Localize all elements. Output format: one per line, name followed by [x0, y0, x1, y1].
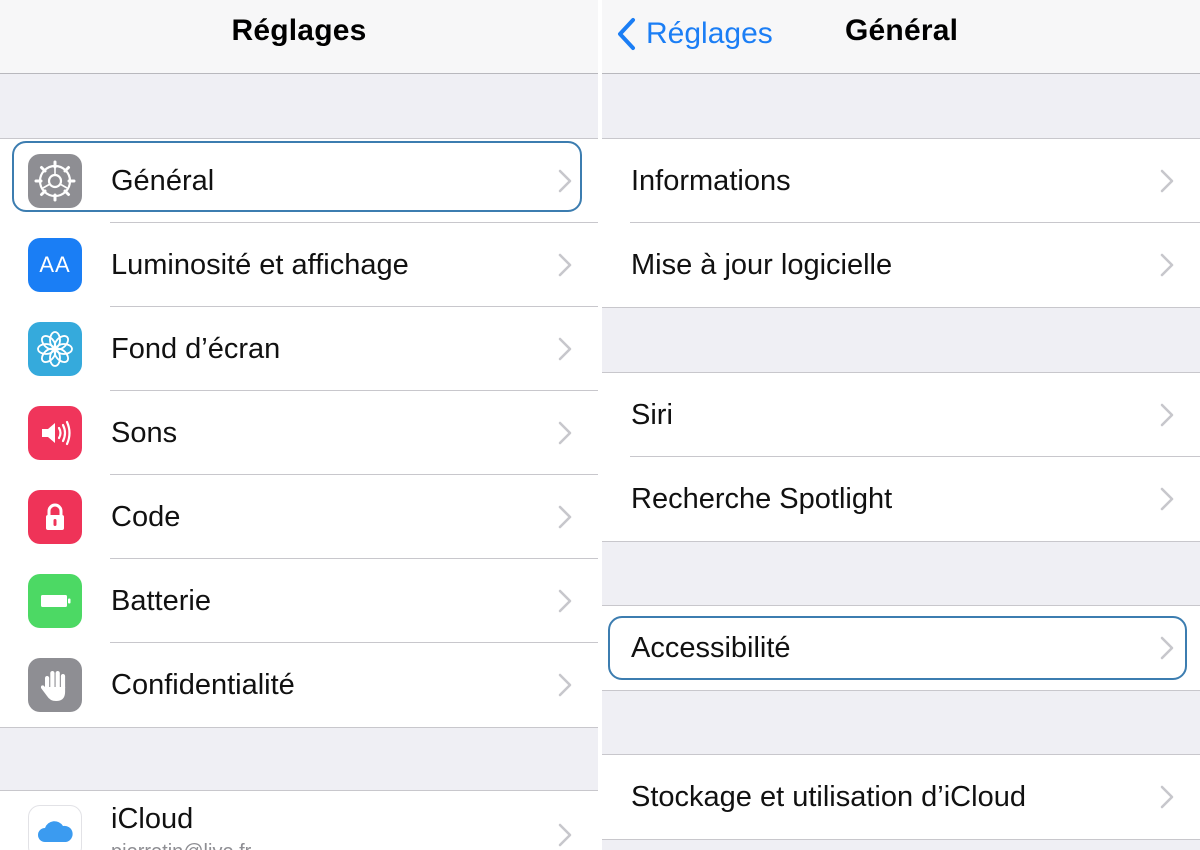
- settings-item-sounds[interactable]: Sons: [0, 391, 598, 475]
- settings-item-privacy[interactable]: Confidentialité: [0, 643, 598, 727]
- battery-icon: [28, 574, 82, 628]
- settings-item-label: Batterie: [111, 584, 211, 617]
- hand-icon: [28, 658, 82, 712]
- settings-item-battery[interactable]: Batterie: [0, 559, 598, 643]
- chevron-left-icon: [618, 18, 635, 50]
- speaker-icon: [28, 406, 82, 460]
- general-item-label: Informations: [631, 164, 791, 197]
- lock-icon: [28, 490, 82, 544]
- general-group: Accessibilité: [602, 605, 1200, 691]
- settings-item-general[interactable]: Général: [0, 139, 598, 223]
- general-item-siri[interactable]: Siri: [602, 373, 1200, 457]
- icon-text: AA: [39, 252, 71, 277]
- navigation-bar: Réglages Général: [602, 0, 1200, 74]
- general-pane: Réglages Général Informations Mise à jou…: [602, 0, 1200, 850]
- general-group: Siri Recherche Spotlight: [602, 372, 1200, 542]
- navigation-bar: Réglages: [0, 0, 598, 74]
- chevron-right-icon: [1160, 785, 1174, 809]
- settings-item-label: Sons: [111, 416, 178, 449]
- chevron-right-icon: [558, 823, 572, 847]
- settings-item-label: Général: [111, 164, 215, 197]
- chevron-right-icon: [1160, 636, 1174, 660]
- page-title: Réglages: [231, 14, 367, 47]
- text-size-icon: AA: [28, 238, 82, 292]
- icloud-group: iCloud pierretin@live.fr: [0, 790, 598, 850]
- settings-item-icloud[interactable]: iCloud pierretin@live.fr: [0, 791, 598, 850]
- general-item-software-update[interactable]: Mise à jour logicielle: [602, 223, 1200, 307]
- page-title: Général: [845, 14, 959, 47]
- general-item-label: Recherche Spotlight: [631, 482, 893, 515]
- chevron-right-icon: [1160, 403, 1174, 427]
- settings-item-label: Luminosité et affichage: [111, 248, 409, 281]
- settings-item-wallpaper[interactable]: Fond d’écran: [0, 307, 598, 391]
- chevron-right-icon: [1160, 169, 1174, 193]
- settings-pane: Réglages Général AA Luminosité et affich…: [0, 0, 598, 850]
- chevron-right-icon: [558, 253, 572, 277]
- settings-group: Général AA Luminosité et affichage Fond …: [0, 138, 598, 728]
- general-item-label: Mise à jour logicielle: [631, 248, 893, 281]
- chevron-right-icon: [558, 421, 572, 445]
- chevron-right-icon: [558, 337, 572, 361]
- chevron-right-icon: [1160, 253, 1174, 277]
- settings-item-passcode[interactable]: Code: [0, 475, 598, 559]
- chevron-right-icon: [558, 673, 572, 697]
- icloud-account: pierretin@live.fr: [111, 841, 251, 850]
- general-group: Informations Mise à jour logicielle: [602, 138, 1200, 308]
- general-item-icloud-storage[interactable]: Stockage et utilisation d’iCloud: [602, 755, 1200, 839]
- general-group: Stockage et utilisation d’iCloud: [602, 754, 1200, 840]
- settings-item-label: Confidentialité: [111, 668, 295, 701]
- gear-icon: [28, 154, 82, 208]
- settings-item-label: Code: [111, 500, 181, 533]
- icloud-label: iCloud: [111, 803, 194, 835]
- chevron-right-icon: [558, 169, 572, 193]
- settings-item-label: Fond d’écran: [111, 332, 281, 365]
- chevron-right-icon: [558, 589, 572, 613]
- back-button-label: Réglages: [646, 17, 773, 50]
- general-item-label: Stockage et utilisation d’iCloud: [631, 780, 1026, 813]
- general-item-label: Accessibilité: [631, 631, 791, 664]
- flower-icon: [28, 322, 82, 376]
- general-item-about[interactable]: Informations: [602, 139, 1200, 223]
- chevron-right-icon: [1160, 487, 1174, 511]
- general-item-accessibility[interactable]: Accessibilité: [602, 606, 1200, 690]
- general-item-label: Siri: [631, 398, 673, 431]
- cloud-icon: [28, 805, 82, 850]
- general-item-spotlight[interactable]: Recherche Spotlight: [602, 457, 1200, 541]
- chevron-right-icon: [558, 505, 572, 529]
- settings-item-display[interactable]: AA Luminosité et affichage: [0, 223, 598, 307]
- back-button[interactable]: Réglages: [616, 12, 773, 56]
